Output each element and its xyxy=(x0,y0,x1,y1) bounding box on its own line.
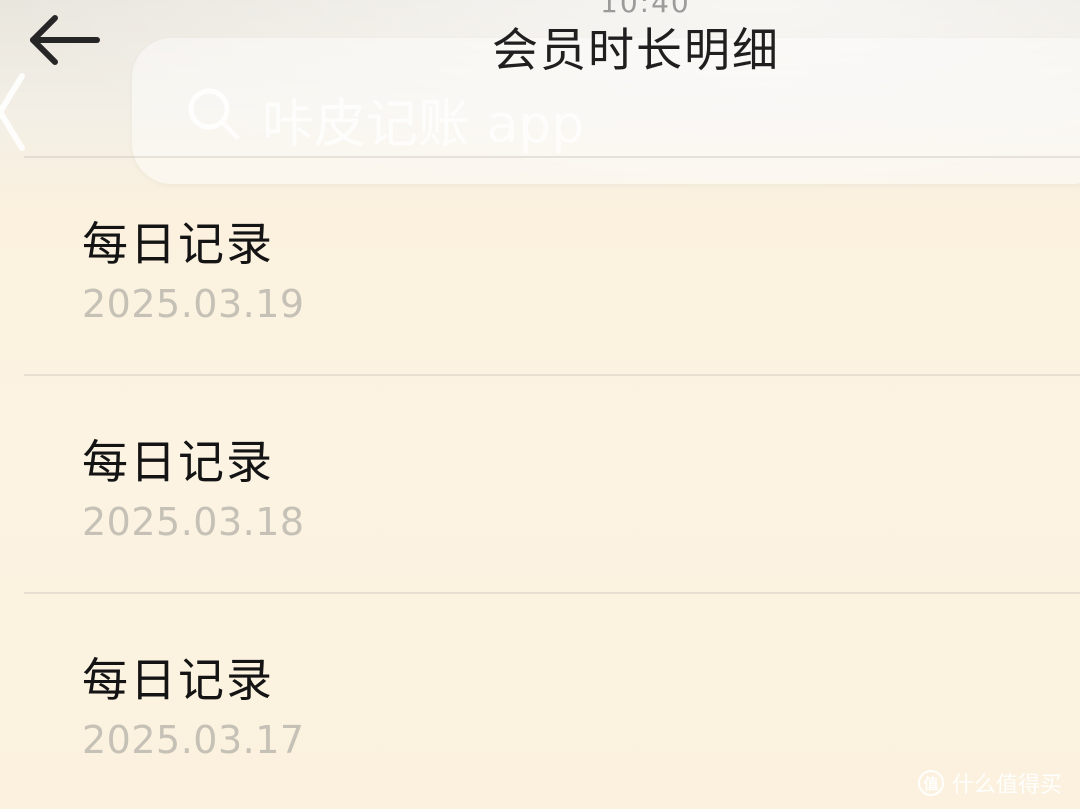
list-item[interactable]: 每日记录 2025.03.19 xyxy=(24,156,1080,374)
search-input[interactable]: 咔皮记账 app xyxy=(262,82,1042,155)
arrow-left-icon xyxy=(27,14,101,70)
watermark: 值 什么值得买 xyxy=(917,767,1062,799)
record-title: 每日记录 xyxy=(82,435,274,489)
back-button[interactable] xyxy=(22,10,106,74)
record-list: 每日记录 2025.03.19 每日记录 2025.03.18 每日记录 202… xyxy=(24,156,1080,809)
record-title: 每日记录 xyxy=(82,217,274,271)
record-title: 每日记录 xyxy=(82,653,274,707)
search-icon xyxy=(184,84,244,144)
watermark-logo-icon: 值 xyxy=(917,770,944,796)
record-date: 2025.03.17 xyxy=(82,718,305,762)
list-item[interactable]: 每日记录 2025.03.18 xyxy=(24,374,1080,592)
screen: 10:40 咔皮记账 app 会员时长明细 每日记录 2025.03.19 每日… xyxy=(0,0,1080,809)
record-date: 2025.03.19 xyxy=(82,282,305,326)
page-title: 会员时长明细 xyxy=(492,23,780,77)
chevron-left-icon[interactable] xyxy=(0,70,26,154)
record-date: 2025.03.18 xyxy=(82,500,305,544)
watermark-text: 什么值得买 xyxy=(951,773,1062,798)
